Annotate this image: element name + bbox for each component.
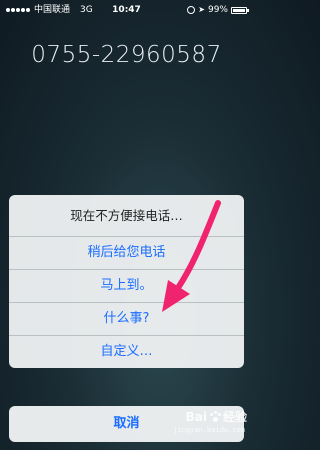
incoming-call-screen: 中国联通 3G 10:47 ➤ 99% 0755-22960587 现在不方便接… [0,0,253,450]
battery-percent: 99% [207,5,228,15]
rotation-lock-icon [187,6,196,14]
caller-phone-number: 0755-22960587 [31,42,222,68]
location-icon: ➤ [198,5,205,14]
option-call-later[interactable]: 稍后给您电话 [9,237,244,270]
baidu-watermark: Bai 经验 [186,408,247,425]
option-whats-up[interactable]: 什么事? [9,303,244,336]
paw-logo-icon [209,410,221,423]
watermark-url: jingyan.baidu.com [173,426,245,434]
option-custom[interactable]: 自定义… [9,336,244,368]
status-bar-right: ➤ 99% [187,0,249,20]
status-bar: 中国联通 3G 10:47 ➤ 99% [0,0,253,20]
option-on-my-way[interactable]: 马上到。 [9,270,244,303]
watermark-brand-2: 经验 [222,410,247,424]
battery-icon [231,6,249,14]
sheet-title: 现在不方便接电话… [9,195,244,237]
battery-level [233,8,245,12]
decline-message-sheet: 现在不方便接电话… 稍后给您电话 马上到。 什么事? 自定义… [9,195,244,368]
watermark-brand: Bai [185,409,207,424]
